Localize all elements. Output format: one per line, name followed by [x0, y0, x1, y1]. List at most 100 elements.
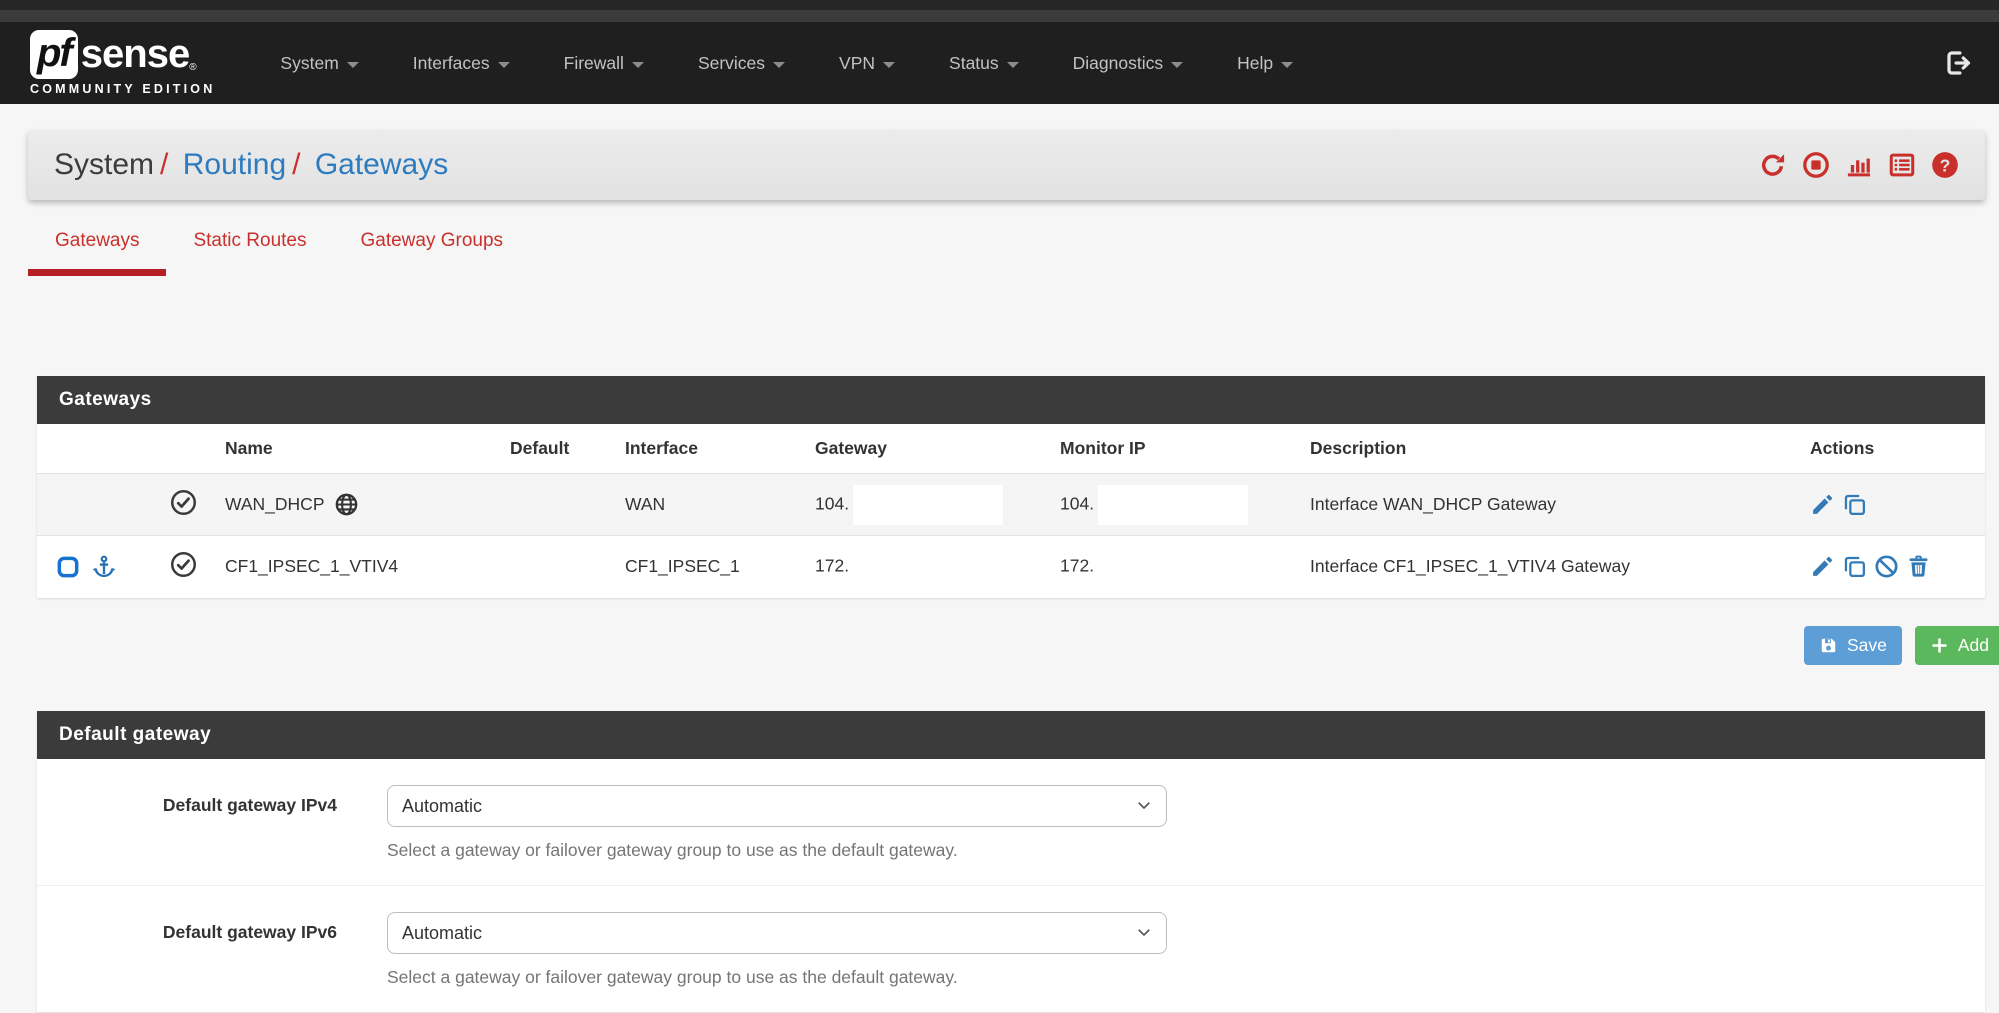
col-status	[150, 424, 205, 474]
gateways-panel-title: Gateways	[37, 376, 1985, 424]
add-button-label: Add	[1958, 635, 1989, 656]
tab-gateway-groups[interactable]: Gateway Groups	[333, 230, 530, 276]
edit-icon[interactable]	[1810, 554, 1835, 579]
copy-icon[interactable]	[1842, 492, 1867, 517]
tab-gateways[interactable]: Gateways	[28, 230, 166, 276]
redaction-box	[1098, 485, 1248, 525]
window-top-strip	[0, 0, 1999, 10]
tab-static-routes[interactable]: Static Routes	[166, 230, 333, 276]
default-gateway-ipv4-label: Default gateway IPv4	[37, 785, 337, 861]
menu-system-label: System	[280, 53, 338, 74]
brand-mark: pf	[37, 31, 71, 75]
brand-name: sense	[81, 32, 189, 77]
menu-vpn-label: VPN	[839, 53, 875, 74]
breadcrumb-separator: /	[286, 148, 306, 181]
col-gateway: Gateway	[795, 424, 1040, 474]
default-gateway-panel: Default gateway Default gateway IPv4 Aut…	[37, 711, 1985, 1012]
menu-status[interactable]: Status	[922, 53, 1046, 74]
stop-circle-icon[interactable]	[1802, 151, 1830, 179]
list-icon[interactable]	[1888, 151, 1916, 179]
edit-icon[interactable]	[1810, 492, 1835, 517]
chevron-down-icon	[347, 62, 359, 68]
breadcrumb-system: System	[54, 148, 154, 181]
save-button[interactable]: Save	[1804, 626, 1902, 665]
pf-logo-box: pf	[30, 30, 78, 79]
page-action-icons: ?	[1759, 151, 1959, 179]
button-row: Save Add	[37, 626, 1999, 665]
col-description: Description	[1290, 424, 1790, 474]
main-menu: System Interfaces Firewall Services VPN …	[253, 53, 1320, 74]
check-circle-icon	[170, 551, 197, 578]
window-title-strip	[0, 10, 1999, 22]
breadcrumb-gateways-link[interactable]: Gateways	[315, 148, 448, 181]
col-actions: Actions	[1790, 424, 1985, 474]
default-gateway-ipv6-label: Default gateway IPv6	[37, 912, 337, 988]
help-icon[interactable]: ?	[1931, 151, 1959, 179]
form-row-ipv4: Default gateway IPv4 Automatic Select a …	[37, 759, 1985, 885]
gateway-address: 172.	[815, 555, 849, 575]
gateway-description: Interface WAN_DHCP Gateway	[1290, 474, 1790, 536]
chevron-down-icon	[773, 62, 785, 68]
default-gateway-ipv4-help: Select a gateway or failover gateway gro…	[387, 840, 1167, 861]
redaction-box	[853, 485, 1003, 525]
globe-icon	[334, 492, 359, 517]
anchor-icon	[91, 554, 117, 580]
menu-system[interactable]: System	[253, 53, 385, 74]
svg-text:?: ?	[1940, 155, 1951, 175]
breadcrumb-bar: System/ Routing/ Gateways ?	[28, 130, 1985, 200]
col-interface: Interface	[605, 424, 795, 474]
sign-out-icon[interactable]	[1943, 48, 1973, 78]
chevron-down-icon	[1171, 62, 1183, 68]
table-row: WAN_DHCP WAN 104. 104. Interface WAN_DHC…	[37, 474, 1985, 536]
gateway-name: CF1_IPSEC_1_VTIV4	[205, 536, 490, 598]
menu-firewall-label: Firewall	[564, 53, 624, 74]
menu-firewall[interactable]: Firewall	[537, 53, 671, 74]
default-gateway-panel-title: Default gateway	[37, 711, 1985, 759]
col-default: Default	[490, 424, 605, 474]
gateways-panel: Gateways Name Default Interface Gateway …	[37, 376, 1985, 598]
gateway-name: WAN_DHCP	[225, 494, 325, 515]
save-button-label: Save	[1847, 635, 1887, 656]
gateway-address: 104.	[815, 493, 849, 513]
brand-tagline: COMMUNITY EDITION	[30, 82, 215, 96]
default-gateway-ipv6-help: Select a gateway or failover gateway gro…	[387, 967, 1167, 988]
menu-services[interactable]: Services	[671, 53, 812, 74]
menu-vpn[interactable]: VPN	[812, 53, 922, 74]
add-button[interactable]: Add	[1915, 626, 1999, 665]
col-name: Name	[205, 424, 490, 474]
monitor-ip: 172.	[1060, 555, 1094, 575]
col-flags	[37, 424, 150, 474]
copy-icon[interactable]	[1842, 554, 1867, 579]
routing-tabs: Gateways Static Routes Gateway Groups	[28, 230, 1985, 276]
chevron-down-icon	[632, 62, 644, 68]
default-gateway-ipv4-select[interactable]: Automatic	[387, 785, 1167, 827]
breadcrumb-separator: /	[154, 148, 174, 181]
brand-registered-mark: ®	[189, 62, 196, 73]
form-row-ipv6: Default gateway IPv6 Automatic Select a …	[37, 885, 1985, 1012]
delete-icon[interactable]	[1906, 554, 1931, 579]
menu-interfaces-label: Interfaces	[413, 53, 490, 74]
gateways-table: Name Default Interface Gateway Monitor I…	[37, 424, 1985, 598]
bar-chart-icon[interactable]	[1845, 151, 1873, 179]
table-header-row: Name Default Interface Gateway Monitor I…	[37, 424, 1985, 474]
refresh-icon[interactable]	[1759, 151, 1787, 179]
check-circle-icon	[170, 489, 197, 516]
chevron-down-icon	[1281, 62, 1293, 68]
save-icon	[1819, 636, 1838, 655]
top-navbar: pf sense ® COMMUNITY EDITION System Inte…	[0, 22, 1999, 104]
gateway-description: Interface CF1_IPSEC_1_VTIV4 Gateway	[1290, 536, 1790, 598]
menu-diagnostics-label: Diagnostics	[1073, 53, 1163, 74]
breadcrumb-routing-link[interactable]: Routing	[183, 148, 286, 181]
chevron-down-icon	[498, 62, 510, 68]
menu-services-label: Services	[698, 53, 765, 74]
col-monitor-ip: Monitor IP	[1040, 424, 1290, 474]
menu-help[interactable]: Help	[1210, 53, 1320, 74]
monitor-ip: 104.	[1060, 493, 1094, 513]
menu-diagnostics[interactable]: Diagnostics	[1046, 53, 1210, 74]
menu-help-label: Help	[1237, 53, 1273, 74]
default-gateway-ipv6-select[interactable]: Automatic	[387, 912, 1167, 954]
disable-icon[interactable]	[1874, 554, 1899, 579]
menu-interfaces[interactable]: Interfaces	[386, 53, 537, 74]
table-row: CF1_IPSEC_1_VTIV4 CF1_IPSEC_1 172. 172. …	[37, 536, 1985, 598]
pfsense-logo[interactable]: pf sense ® COMMUNITY EDITION	[30, 30, 215, 96]
